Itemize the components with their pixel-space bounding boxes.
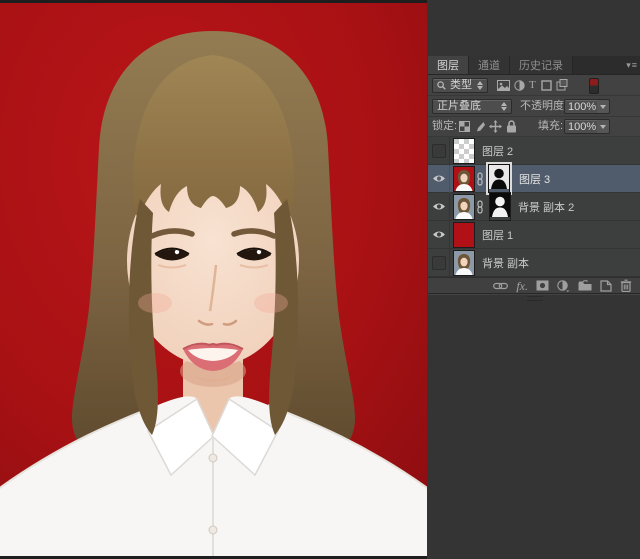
- filter-kind-label: 类型: [450, 78, 472, 93]
- eye-icon: [432, 202, 446, 211]
- layer-row-bg-copy2[interactable]: 背景 副本 2: [428, 193, 640, 221]
- lock-position-icon[interactable]: [489, 120, 502, 133]
- opacity-label: 不透明度:: [520, 99, 567, 114]
- fill-dropdown-arrow[interactable]: [597, 119, 610, 134]
- fill-value[interactable]: 100%: [564, 119, 598, 134]
- layer-mask-thumbnail-selected[interactable]: [488, 164, 510, 193]
- visibility-toggle[interactable]: [428, 165, 450, 193]
- new-adjustment-layer-icon[interactable]: [557, 280, 570, 292]
- lock-label: 锁定:: [432, 119, 457, 134]
- tab-history[interactable]: 历史记录: [510, 56, 573, 74]
- visibility-empty-well: [432, 256, 446, 270]
- layers-footer-bar: fx.: [428, 277, 640, 294]
- new-layer-icon[interactable]: [600, 280, 612, 292]
- panel-menu-icon[interactable]: ▾≡: [626, 60, 638, 71]
- visibility-toggle[interactable]: [428, 249, 450, 277]
- layer-name: 背景 副本 2: [518, 199, 574, 215]
- add-layer-mask-icon[interactable]: [536, 280, 549, 291]
- link-layers-icon[interactable]: [493, 282, 508, 290]
- layer-name: 图层 2: [482, 143, 513, 159]
- shirt-button-bottom: [209, 526, 217, 534]
- lock-row: 锁定: 填充: 100%: [428, 117, 640, 137]
- new-group-icon[interactable]: [578, 280, 592, 291]
- opacity-dropdown-arrow[interactable]: [597, 99, 610, 114]
- layer-name: 背景 副本: [482, 255, 529, 271]
- tab-channels[interactable]: 通道: [469, 56, 510, 74]
- layer-mask-thumbnail[interactable]: [489, 192, 511, 221]
- panel-resize-handle[interactable]: [527, 296, 543, 301]
- lock-all-icon[interactable]: [506, 120, 517, 133]
- pixel-layer-filter-icon[interactable]: [497, 80, 510, 91]
- type-layer-filter-icon[interactable]: T: [529, 79, 536, 91]
- layer-thumbnail-photo-blue[interactable]: [453, 194, 475, 220]
- filter-kind-dropdown[interactable]: 类型: [432, 78, 488, 93]
- delete-layer-icon[interactable]: [620, 279, 632, 292]
- blend-mode-dropdown[interactable]: 正片叠底: [432, 99, 512, 114]
- document-canvas[interactable]: [0, 0, 427, 559]
- visibility-toggle[interactable]: [428, 193, 450, 221]
- adjustment-layer-filter-icon[interactable]: [514, 80, 525, 91]
- layer-filter-row: 类型 T: [428, 75, 640, 96]
- panel-tabbar: 图层 通道 历史记录 ▾≡: [428, 56, 640, 75]
- filter-switch[interactable]: [589, 78, 599, 94]
- blend-mode-value: 正片叠底: [437, 99, 481, 114]
- layer-row-layer1[interactable]: 图层 1: [428, 221, 640, 249]
- search-icon: [437, 81, 446, 90]
- layers-panel: 图层 通道 历史记录 ▾≡ 类型 T: [428, 56, 640, 295]
- layer-thumbnail-red-fill[interactable]: [453, 222, 475, 248]
- visibility-toggle[interactable]: [428, 221, 450, 249]
- layer-name: 图层 1: [482, 227, 513, 243]
- blend-mode-row: 正片叠底 不透明度: 100%: [428, 96, 640, 117]
- fill-label: 填充:: [538, 119, 563, 134]
- visibility-toggle[interactable]: [428, 137, 450, 165]
- link-mask-icon[interactable]: [476, 172, 484, 186]
- shape-layer-filter-icon[interactable]: [541, 80, 552, 91]
- shirt-button-top: [209, 454, 217, 462]
- layer-style-icon[interactable]: fx.: [516, 281, 528, 291]
- eye-icon: [432, 230, 446, 239]
- visibility-empty-well: [432, 144, 446, 158]
- eye-icon: [432, 174, 446, 183]
- layer-row-bg-copy[interactable]: 背景 副本: [428, 249, 640, 277]
- photoshop-window: 图层 通道 历史记录 ▾≡ 类型 T: [0, 0, 640, 559]
- opacity-value[interactable]: 100%: [564, 99, 598, 114]
- layer-list: 图层 2 图层 3: [428, 137, 640, 277]
- tab-layers[interactable]: 图层: [428, 56, 469, 74]
- blush-right: [254, 293, 288, 313]
- link-mask-icon[interactable]: [476, 200, 484, 214]
- layer-name: 图层 3: [519, 171, 550, 187]
- blush-left: [138, 293, 172, 313]
- layer-thumbnail-transparent[interactable]: [453, 138, 475, 164]
- layer-thumbnail-photo-red[interactable]: [453, 166, 475, 192]
- smart-object-filter-icon[interactable]: [556, 79, 568, 91]
- lock-transparency-icon[interactable]: [459, 121, 470, 132]
- portrait-photo: [0, 3, 427, 556]
- lock-pixels-icon[interactable]: [474, 121, 486, 133]
- layer-row-layer3[interactable]: 图层 3: [428, 165, 640, 193]
- layer-row-layer2[interactable]: 图层 2: [428, 137, 640, 165]
- layer-thumbnail-photo-blue[interactable]: [453, 250, 475, 276]
